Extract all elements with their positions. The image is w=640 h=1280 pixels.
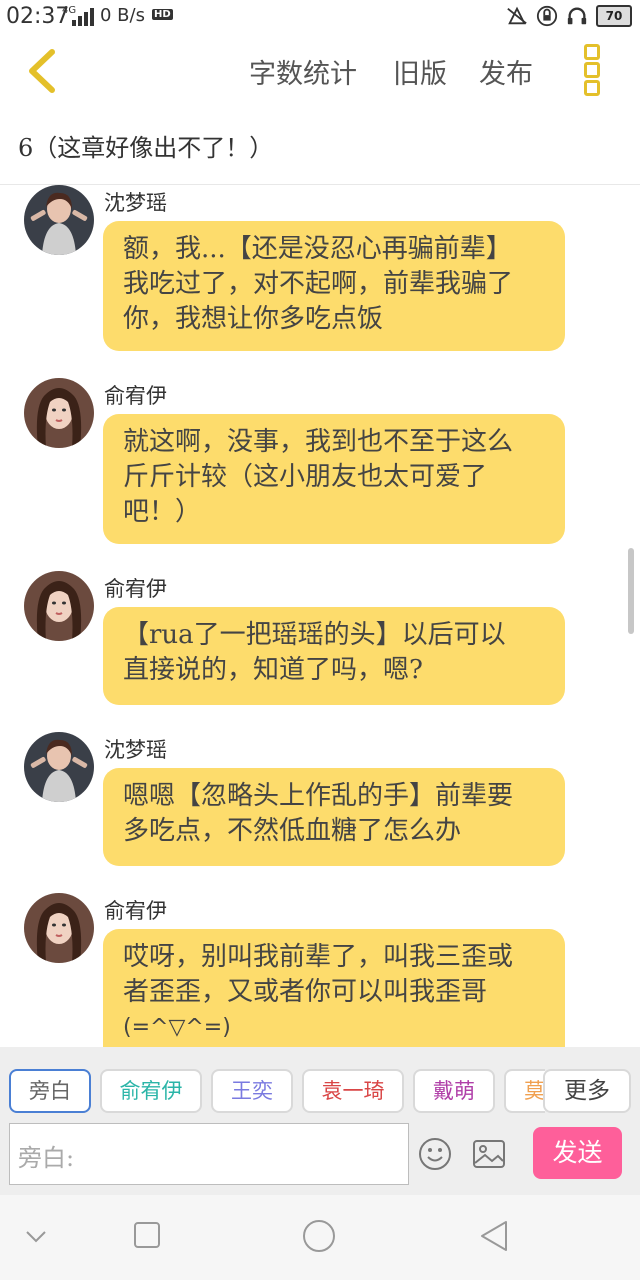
avatar[interactable] — [24, 571, 94, 641]
message-bubble[interactable]: 嗯嗯【忽略头上作乱的手】前辈要 多吃点，不然低血糖了怎么办 — [103, 768, 565, 866]
message-line: 【rua了一把瑶瑶的头】以后可以 — [123, 620, 506, 650]
message-line: 多吃点，不然低血糖了怎么办 — [123, 816, 462, 846]
avatar[interactable] — [24, 378, 94, 448]
recent-apps-icon[interactable] — [133, 1221, 161, 1249]
role-selector[interactable]: 旁白 俞宥伊 王奕 袁一琦 戴萌 莫 — [0, 1069, 545, 1117]
message-bubble[interactable]: 哎呀，别叫我前辈了，叫我三歪或 者歪歪，又或者你可以叫我歪哥 (=^▽^=) — [103, 929, 565, 1047]
compose-panel: 旁白 俞宥伊 王奕 袁一琦 戴萌 莫 更多 旁白: 发送 — [0, 1047, 640, 1195]
send-button[interactable]: 发送 — [533, 1127, 622, 1179]
status-bar: 02:37 4G 0 B/s HD 70 — [0, 0, 640, 34]
avatar[interactable] — [24, 185, 94, 255]
headphones-icon — [567, 7, 587, 25]
role-chip-narrator[interactable]: 旁白 — [9, 1069, 91, 1113]
message-line: 我吃过了，对不起啊，前辈我骗了 — [123, 269, 514, 299]
message-line: 嗯嗯【忽略头上作乱的手】前辈要 — [123, 781, 514, 811]
word-count-button[interactable]: 字数统计 — [249, 52, 357, 91]
lock-rotation-icon — [536, 5, 558, 27]
avatar[interactable] — [24, 732, 94, 802]
message-line: (=^▽^=) — [123, 1015, 231, 1040]
editor-toolbar: 字数统计 旧版 发布 — [0, 34, 640, 110]
network-speed: 0 B/s — [100, 5, 145, 26]
role-chip[interactable]: 王奕 — [211, 1069, 293, 1113]
sender-name: 俞宥伊 — [104, 899, 167, 923]
message-line: 吧！） — [123, 497, 202, 527]
emoji-icon[interactable] — [418, 1137, 452, 1171]
message-line: 者歪歪，又或者你可以叫我歪哥 — [123, 977, 488, 1007]
avatar[interactable] — [24, 893, 94, 963]
back-arrow-icon[interactable] — [22, 48, 62, 94]
home-icon[interactable] — [302, 1219, 336, 1253]
battery-indicator: 70 — [596, 5, 632, 27]
message-line: 斤斤计较（这小朋友也太可爱了 — [123, 462, 488, 492]
sender-name: 俞宥伊 — [104, 384, 167, 408]
sender-name: 俞宥伊 — [104, 577, 167, 601]
status-time: 02:37 — [6, 4, 70, 29]
message-line: 就这啊，没事，我到也不至于这么 — [123, 427, 514, 457]
system-nav-bar — [0, 1195, 640, 1280]
role-chip[interactable]: 莫 — [504, 1069, 545, 1113]
message-line: 直接说的，知道了吗，嗯? — [123, 655, 423, 685]
message-line: 额，我...【还是没忍心再骗前辈】 — [123, 234, 512, 264]
chevron-down-icon[interactable] — [24, 1229, 48, 1245]
more-menu-icon[interactable] — [584, 44, 600, 96]
message-bubble[interactable]: 额，我...【还是没忍心再骗前辈】 我吃过了，对不起啊，前辈我骗了 你，我想让你… — [103, 221, 565, 351]
message-line: 哎呀，别叫我前辈了，叫我三歪或 — [123, 942, 514, 972]
chat-list[interactable]: 沈梦瑶 额，我...【还是没忍心再骗前辈】 我吃过了，对不起啊，前辈我骗了 你，… — [0, 185, 640, 1047]
message-bubble[interactable]: 就这啊，没事，我到也不至于这么 斤斤计较（这小朋友也太可爱了 吧！） — [103, 414, 565, 544]
more-roles-button[interactable]: 更多 — [543, 1069, 631, 1113]
message-input[interactable]: 旁白: — [9, 1123, 409, 1185]
sender-name: 沈梦瑶 — [104, 738, 167, 762]
role-chip[interactable]: 俞宥伊 — [100, 1069, 202, 1113]
message-bubble[interactable]: 【rua了一把瑶瑶的头】以后可以 直接说的，知道了吗，嗯? — [103, 607, 565, 705]
old-version-button[interactable]: 旧版 — [393, 52, 447, 91]
message-line: 你，我想让你多吃点饭 — [123, 304, 384, 334]
back-nav-icon[interactable] — [478, 1219, 510, 1253]
publish-button[interactable]: 发布 — [479, 52, 533, 91]
signal-icon — [72, 8, 94, 26]
role-chip[interactable]: 袁一琦 — [302, 1069, 404, 1113]
vibrate-icon — [507, 6, 527, 25]
image-icon[interactable] — [472, 1139, 506, 1169]
sender-name: 沈梦瑶 — [104, 191, 167, 215]
chapter-title[interactable]: 6（这章好像出不了！） — [18, 128, 273, 163]
scrollbar[interactable] — [628, 548, 634, 634]
role-chip[interactable]: 戴萌 — [413, 1069, 495, 1113]
hd-badge: HD — [152, 9, 173, 20]
